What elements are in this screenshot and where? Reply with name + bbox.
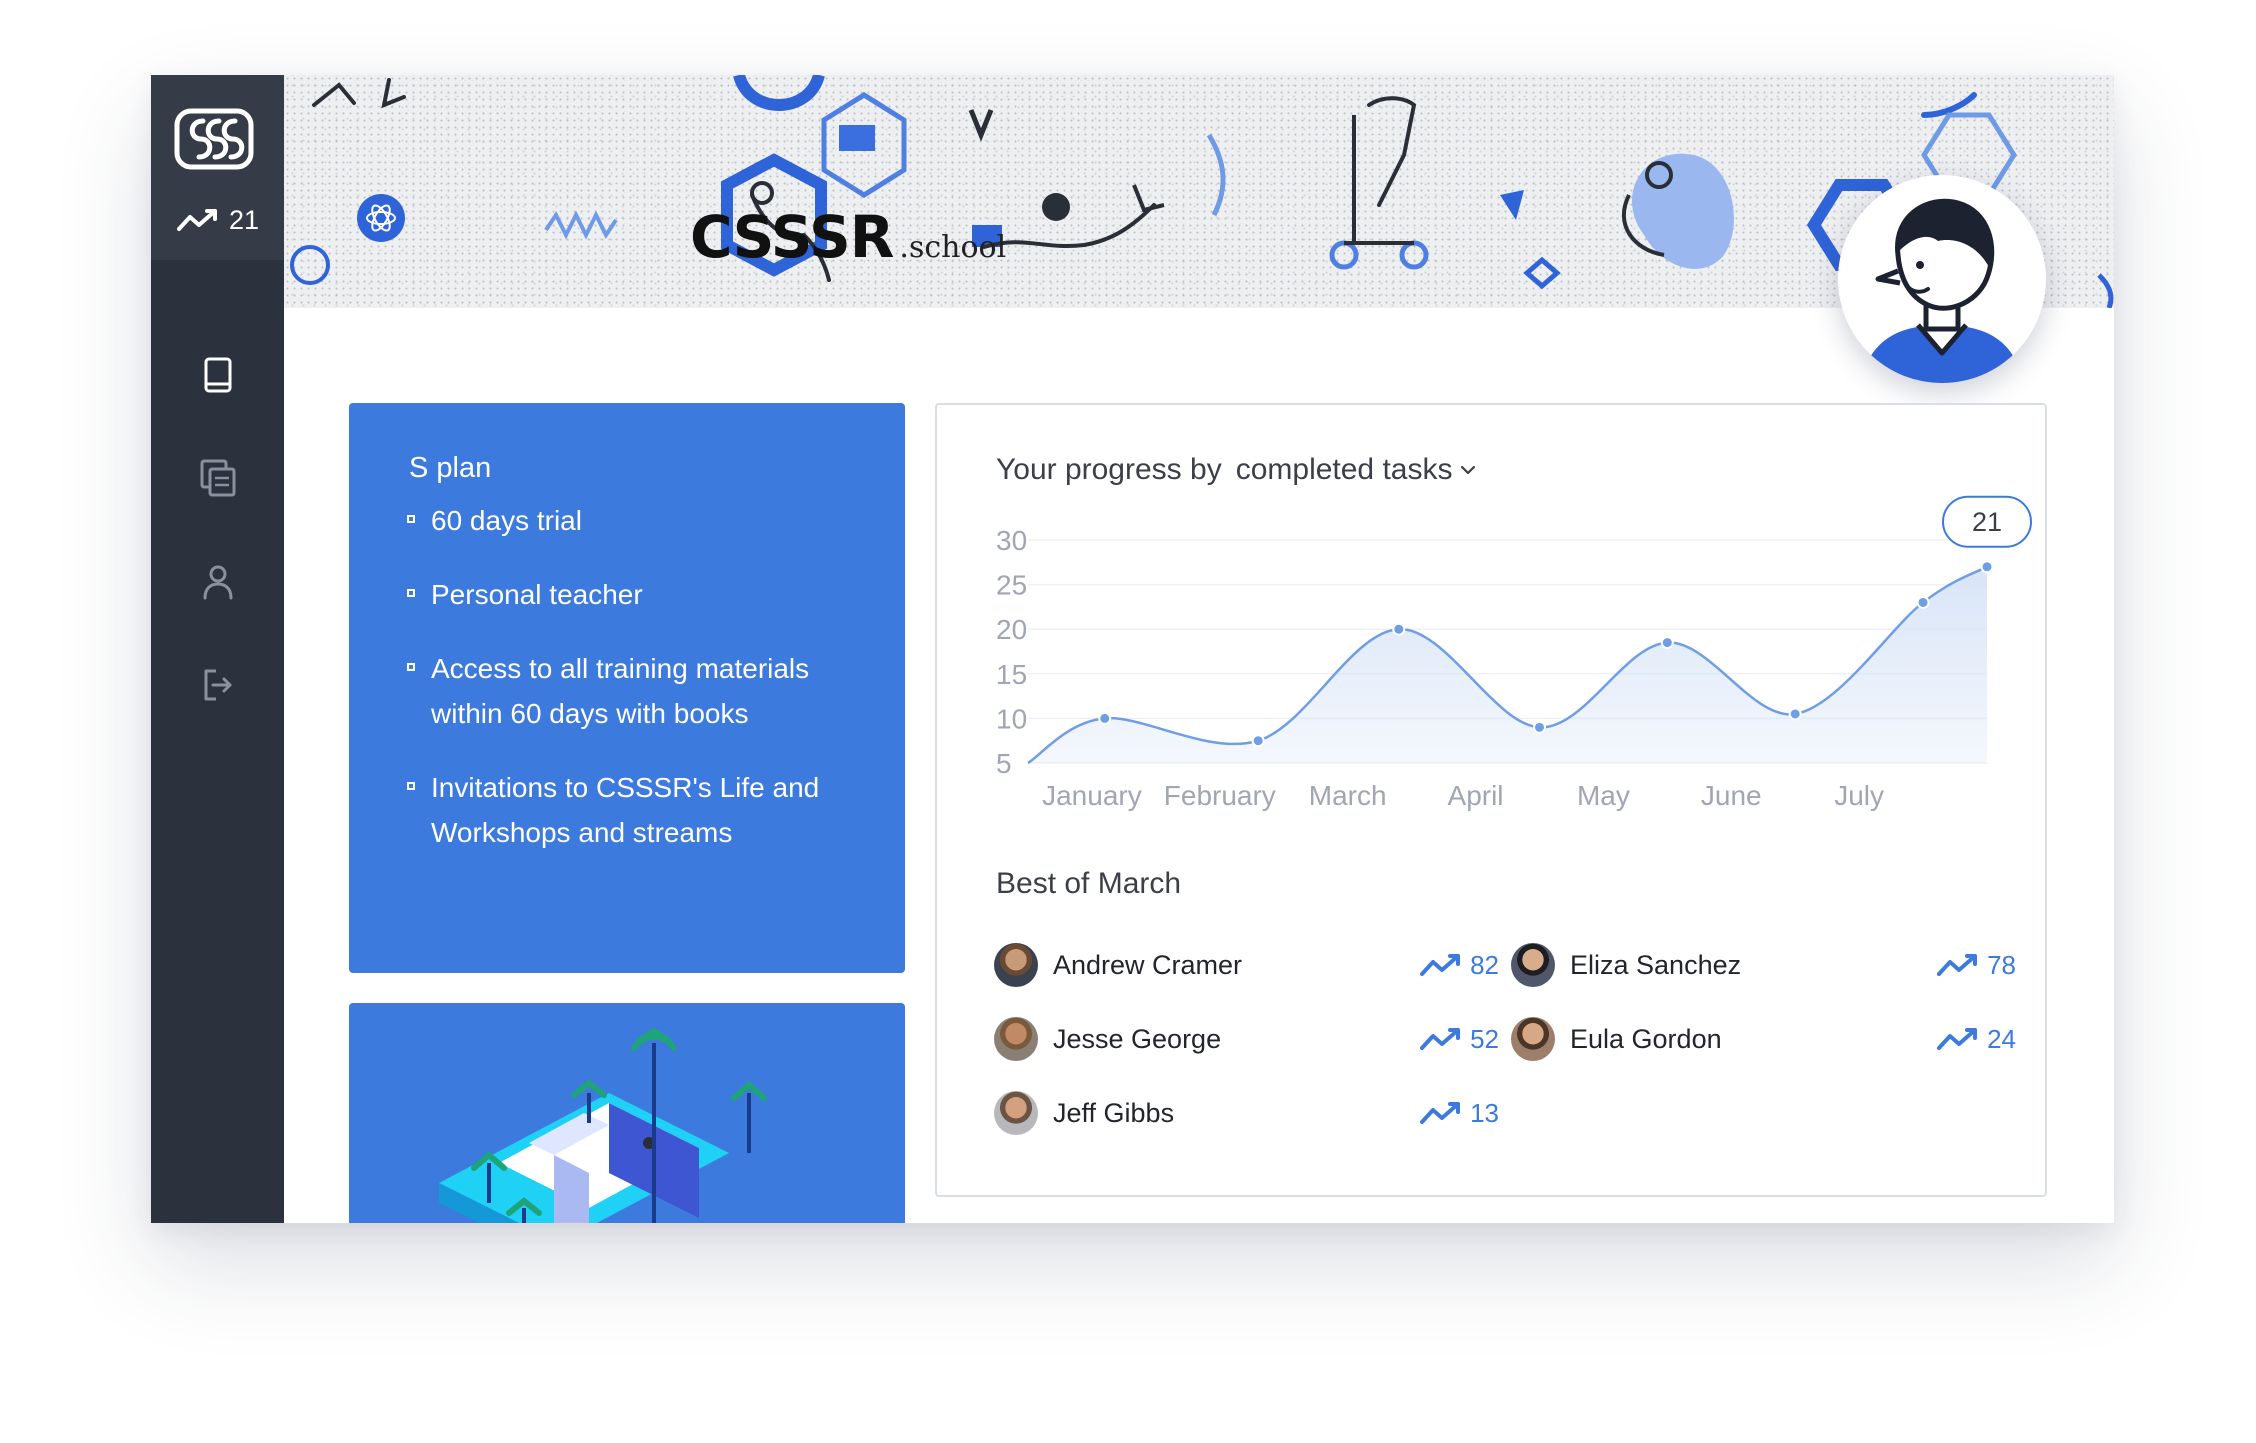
person-avatar [994, 943, 1038, 987]
data-point [1392, 622, 1406, 636]
y-tick-label: 15 [996, 659, 1027, 690]
plan-title: S plan [409, 452, 492, 484]
person-avatar [1511, 943, 1555, 987]
data-point [1098, 711, 1112, 725]
best-title: Best of March [996, 867, 1182, 900]
list-item-person[interactable]: Andrew Cramer 82 [994, 942, 1499, 988]
x-tick-label: May [1577, 780, 1630, 811]
x-tick-label: July [1834, 780, 1884, 811]
plan-feature-text: Invitations to CSSSR's Life and Workshop… [431, 772, 820, 848]
person-score: 24 [1937, 1024, 2016, 1055]
sidebar-score-value: 21 [229, 204, 260, 235]
list-item-person[interactable]: Jesse George 52 [994, 1016, 1499, 1062]
app-window: 21 CSSSR .school S plan 60 days trial Pe… [151, 75, 2114, 1223]
sidebar-item-logout[interactable] [151, 653, 284, 717]
plan-feature-text: 60 days trial [431, 505, 582, 536]
person-score-value: 82 [1470, 949, 1499, 980]
plan-feature: 60 days trial [407, 498, 877, 543]
x-tick-label: June [1701, 780, 1762, 811]
trend-icon [177, 209, 217, 231]
csssr-logo[interactable] [173, 107, 255, 171]
list-item-person[interactable]: Eliza Sanchez 78 [1511, 942, 2016, 988]
person-name: Eula Gordon [1570, 1023, 1722, 1054]
person-avatar [994, 1091, 1038, 1135]
plan-features: 60 days trial Personal teacher Access to… [407, 498, 877, 884]
y-tick-label: 5 [996, 748, 1012, 779]
sidebar-item-materials[interactable] [151, 343, 284, 407]
sidebar: 21 [151, 75, 284, 1223]
sidebar-item-courses[interactable] [151, 446, 284, 510]
data-point [1980, 560, 1994, 574]
sidebar-score[interactable]: 21 [177, 205, 259, 235]
current-value-label: 21 [1972, 507, 2002, 537]
person-name: Jesse George [1053, 1023, 1222, 1054]
list-item-person[interactable]: Jeff Gibbs 13 [994, 1090, 1499, 1136]
person-name: Andrew Cramer [1053, 949, 1243, 980]
chart-area [1028, 566, 1987, 763]
user-avatar[interactable] [1838, 175, 2046, 383]
promo-card[interactable] [349, 1003, 905, 1223]
person-score-value: 13 [1470, 1097, 1499, 1128]
book-icon [204, 357, 231, 393]
promo-illustration [439, 1027, 767, 1223]
bullet-icon [407, 515, 415, 523]
data-point [1660, 636, 1674, 650]
data-point [1916, 595, 1930, 609]
brand[interactable]: CSSSR .school [690, 203, 1006, 271]
bullet-icon [407, 589, 415, 597]
person-name: Jeff Gibbs [1053, 1097, 1175, 1128]
x-tick-label: January [1042, 780, 1142, 811]
plan-feature: Access to all training materials within … [407, 646, 877, 736]
y-tick-label: 10 [996, 703, 1027, 734]
avatar-illustration [1860, 198, 2024, 383]
person-score: 82 [1420, 950, 1499, 981]
trend-icon [1420, 1028, 1461, 1050]
plan-feature: Personal teacher [407, 572, 877, 617]
data-point [1251, 734, 1265, 748]
x-tick-label: February [1164, 780, 1276, 811]
x-tick-label: March [1309, 780, 1387, 811]
plan-feature-text: Personal teacher [431, 579, 643, 610]
list-item-person[interactable]: Eula Gordon 24 [1511, 1016, 2016, 1062]
trend-icon [1937, 954, 1978, 976]
person-score: 52 [1420, 1024, 1499, 1055]
sidebar-header: 21 [151, 75, 284, 260]
trend-icon [1937, 1028, 1978, 1050]
bullet-icon [407, 663, 415, 671]
brand-name: CSSSR [690, 203, 894, 271]
bullet-icon [407, 782, 415, 790]
person-avatar [994, 1017, 1038, 1061]
logout-icon [204, 669, 231, 701]
sidebar-item-profile[interactable] [151, 550, 284, 614]
y-tick-label: 30 [996, 525, 1027, 556]
person-score-value: 52 [1470, 1023, 1499, 1054]
data-point [1788, 707, 1802, 721]
y-tick-label: 25 [996, 570, 1027, 601]
x-tick-label: April [1448, 780, 1504, 811]
trend-icon [1420, 954, 1461, 976]
user-icon [203, 565, 232, 600]
trend-icon [1420, 1102, 1461, 1124]
progress-chart: 30 25 20 15 10 5 January February March April May J… [996, 495, 2032, 811]
person-score: 13 [1420, 1098, 1499, 1129]
person-name: Eliza Sanchez [1570, 949, 1742, 980]
copy-icon [200, 459, 235, 497]
person-score-value: 78 [1987, 949, 2016, 980]
plan-feature-text: Access to all training materials within … [431, 653, 810, 729]
plan-card: S plan 60 days trial Personal teacher Ac… [349, 403, 905, 973]
plan-feature: Invitations to CSSSR's Life and Workshop… [407, 765, 877, 855]
brand-suffix: .school [899, 230, 1007, 265]
progress-card: Your progress by completed tasks 30 25 20 1… [935, 403, 2047, 1197]
data-point [1532, 720, 1546, 734]
person-score: 78 [1937, 950, 2016, 981]
person-score-value: 24 [1987, 1023, 2016, 1054]
person-avatar [1511, 1017, 1555, 1061]
y-tick-label: 20 [996, 614, 1027, 645]
